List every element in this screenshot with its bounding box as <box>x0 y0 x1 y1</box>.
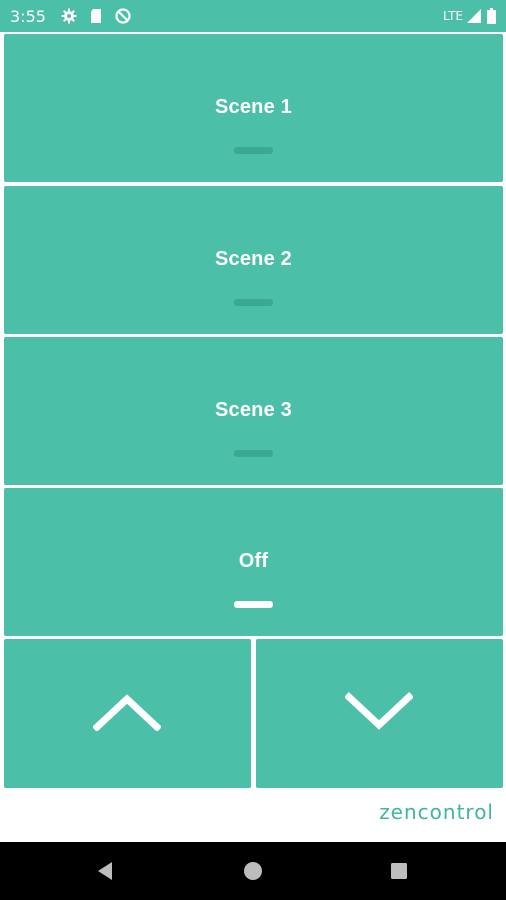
scene-label: Scene 3 <box>214 399 292 421</box>
recents-icon <box>391 863 407 879</box>
scene-label: Scene 2 <box>214 248 292 270</box>
scene-indicator <box>234 299 273 306</box>
status-right: LTE <box>443 8 496 24</box>
battery-icon <box>487 8 496 24</box>
scene-label: Scene 1 <box>214 96 292 118</box>
scene-button-1[interactable]: Scene 1 <box>4 34 503 182</box>
scene-button-3[interactable]: Scene 3 <box>4 337 503 485</box>
scene-indicator <box>234 601 273 608</box>
status-time: 3:55 <box>10 6 46 26</box>
navigation-bar <box>0 842 506 900</box>
home-button[interactable] <box>236 854 270 888</box>
status-bar: 3:55 LTE <box>0 0 506 32</box>
back-icon <box>98 862 112 880</box>
home-icon <box>244 862 262 880</box>
settings-icon <box>60 7 78 25</box>
network-type: LTE <box>443 9 463 23</box>
scene-button-2[interactable]: Scene 2 <box>4 186 503 334</box>
scene-indicator <box>234 147 273 154</box>
data-saver-icon <box>114 7 132 25</box>
level-up-button[interactable] <box>4 639 251 788</box>
off-button[interactable]: Off <box>4 488 503 636</box>
sd-card-icon <box>87 7 105 25</box>
signal-icon <box>467 9 481 23</box>
level-down-button[interactable] <box>256 639 503 788</box>
chevron-up-icon <box>93 694 161 731</box>
recents-button[interactable] <box>382 854 416 888</box>
scene-label: Off <box>238 550 269 572</box>
scene-indicator <box>234 450 273 457</box>
brand-logo: zencontrol <box>379 800 494 824</box>
chevron-down-icon <box>345 692 413 730</box>
back-button[interactable] <box>88 854 122 888</box>
